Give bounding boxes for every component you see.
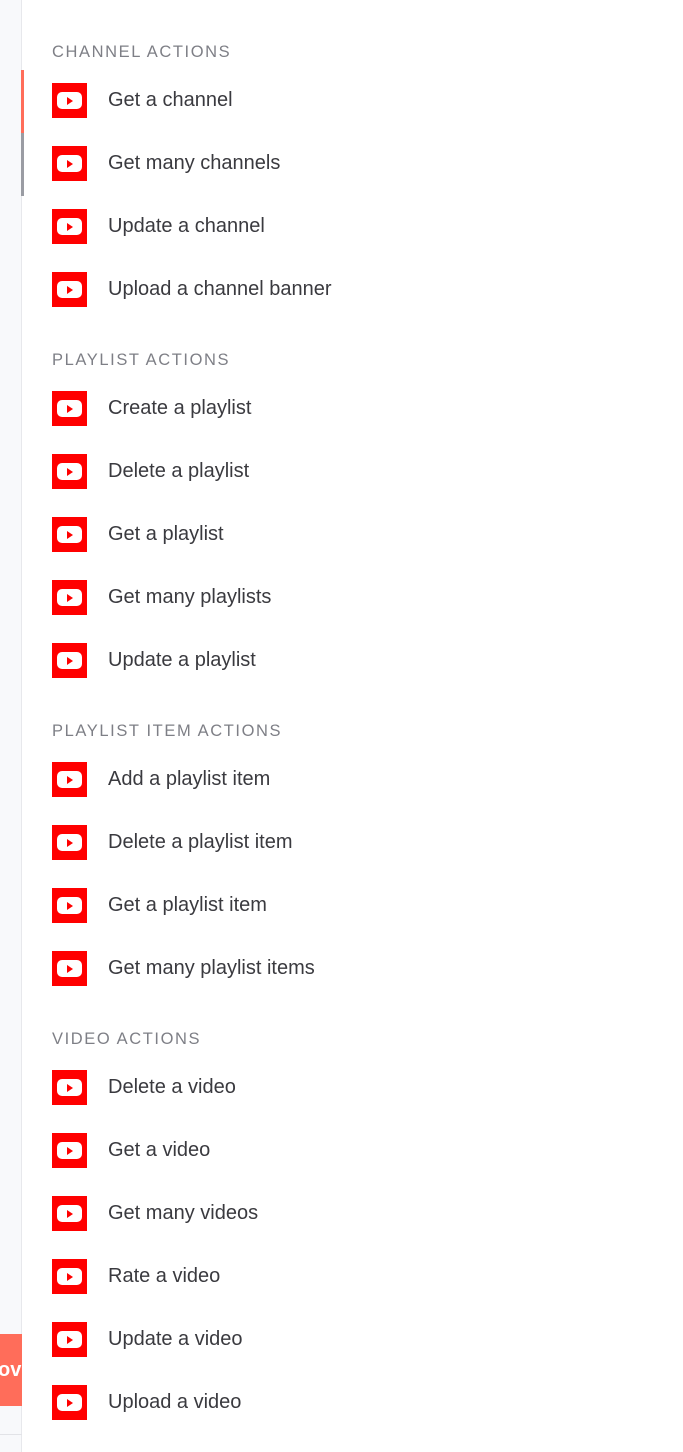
action-item-delete-a-playlist[interactable]: Delete a playlist [52, 440, 271, 503]
action-item-label: Get many channels [108, 152, 281, 174]
action-item-label: Get many videos [108, 1202, 259, 1224]
action-item-get-a-channel[interactable]: Get a channel [52, 69, 332, 132]
action-item-update-a-channel[interactable]: Update a channel [52, 195, 332, 258]
action-item-label: Delete a video [108, 1076, 236, 1098]
action-item-delete-a-playlist-item[interactable]: Delete a playlist item [52, 811, 315, 874]
section-channel-actions: CHANNEL ACTIONS Get a channel Get many c… [52, 43, 332, 321]
youtube-icon [52, 1133, 87, 1168]
action-item-label: Rate a video [108, 1265, 221, 1287]
section-title: CHANNEL ACTIONS [52, 43, 232, 61]
action-item-get-many-playlists[interactable]: Get many playlists [52, 566, 271, 629]
section-playlist-actions: PLAYLIST ACTIONS Create a playlist Delet… [52, 351, 271, 692]
action-item-get-many-playlist-items[interactable]: Get many playlist items [52, 937, 315, 1000]
action-item-label: Update a video [108, 1328, 243, 1350]
youtube-icon [52, 517, 87, 552]
action-item-label: Upload a channel banner [108, 278, 332, 300]
divider [0, 1434, 22, 1435]
action-item-add-a-playlist-item[interactable]: Add a playlist item [52, 748, 315, 811]
action-item-upload-a-channel-banner[interactable]: Upload a channel banner [52, 258, 332, 321]
youtube-icon [52, 1385, 87, 1420]
action-item-get-a-playlist-item[interactable]: Get a playlist item [52, 874, 315, 937]
section-title: PLAYLIST ACTIONS [52, 351, 231, 369]
action-item-label: Delete a playlist [108, 460, 250, 482]
action-item-label: Add a playlist item [108, 768, 271, 790]
section-title: VIDEO ACTIONS [52, 1030, 202, 1048]
action-item-delete-a-video[interactable]: Delete a video [52, 1056, 258, 1119]
section-title: PLAYLIST ITEM ACTIONS [52, 722, 283, 740]
youtube-icon [52, 1322, 87, 1357]
youtube-icon [52, 146, 87, 181]
youtube-icon [52, 951, 87, 986]
action-item-label: Get a playlist item [108, 894, 267, 916]
action-item-label: Get a playlist [108, 523, 224, 545]
youtube-icon [52, 825, 87, 860]
action-item-update-a-video[interactable]: Update a video [52, 1308, 258, 1371]
action-item-label: Delete a playlist item [108, 831, 293, 853]
action-item-get-many-videos[interactable]: Get many videos [52, 1182, 258, 1245]
action-item-get-a-playlist[interactable]: Get a playlist [52, 503, 271, 566]
youtube-icon [52, 83, 87, 118]
action-item-label: Get many playlist items [108, 957, 315, 979]
action-item-upload-a-video[interactable]: Upload a video [52, 1371, 258, 1434]
floating-action-button[interactable]: ov [0, 1334, 22, 1406]
action-item-rate-a-video[interactable]: Rate a video [52, 1245, 258, 1308]
youtube-icon [52, 391, 87, 426]
action-item-label: Get a channel [108, 89, 233, 111]
youtube-icon [52, 888, 87, 923]
action-item-label: Get many playlists [108, 586, 272, 608]
youtube-icon [52, 762, 87, 797]
action-item-create-a-playlist[interactable]: Create a playlist [52, 377, 271, 440]
action-item-get-many-channels[interactable]: Get many channels [52, 132, 332, 195]
youtube-icon [52, 643, 87, 678]
action-item-label: Update a channel [108, 215, 265, 237]
youtube-icon [52, 580, 87, 615]
action-item-label: Get a video [108, 1139, 211, 1161]
scroll-indicator[interactable] [21, 70, 24, 196]
action-item-label: Create a playlist [108, 397, 252, 419]
action-item-label: Update a playlist [108, 649, 256, 671]
youtube-icon [52, 1259, 87, 1294]
youtube-icon [52, 272, 87, 307]
youtube-icon [52, 454, 87, 489]
youtube-icon [52, 1196, 87, 1231]
floating-action-button-label: ov [0, 1359, 22, 1381]
scroll-indicator-active [21, 70, 24, 133]
youtube-icon [52, 1070, 87, 1105]
scroll-indicator-inactive [21, 133, 24, 196]
action-item-get-a-video[interactable]: Get a video [52, 1119, 258, 1182]
section-playlist-item-actions: PLAYLIST ITEM ACTIONS Add a playlist ite… [52, 722, 315, 1000]
youtube-icon [52, 209, 87, 244]
action-item-label: Upload a video [108, 1391, 242, 1413]
left-sidebar-strip [0, 0, 22, 1452]
action-item-update-a-playlist[interactable]: Update a playlist [52, 629, 271, 692]
section-video-actions: VIDEO ACTIONS Delete a video Get a video… [52, 1030, 258, 1434]
